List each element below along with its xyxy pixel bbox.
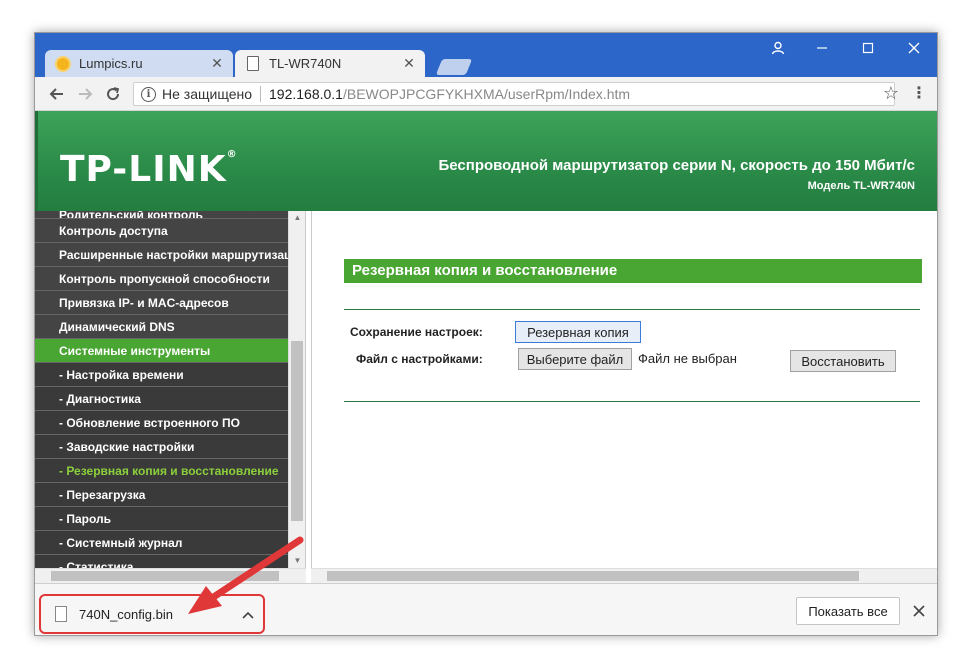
file-icon — [55, 606, 67, 622]
router-header: TP-LINK® Беспроводной маршрутизатор сери… — [35, 111, 937, 211]
forward-icon[interactable] — [73, 82, 97, 106]
section-title: Резервная копия и восстановление — [344, 259, 922, 283]
back-icon[interactable] — [45, 82, 69, 106]
url-field[interactable]: i Не защищено 192.168.0.1/BEWOPJPCGFYKHX… — [133, 82, 895, 106]
download-file-name: 740N_config.bin — [79, 606, 173, 622]
show-all-button[interactable]: Показать все — [796, 597, 900, 625]
new-tab-button[interactable] — [435, 59, 473, 75]
left-vertical-scrollbar[interactable]: ▲ ▼ — [288, 211, 305, 568]
menu-dots-icon[interactable]: ⋮ — [911, 83, 927, 103]
menu-item-time-settings[interactable]: - Настройка времени — [35, 363, 305, 387]
menu-item-advanced-routing[interactable]: Расширенные настройки маршрутизации — [35, 243, 305, 267]
tab-label: Lumpics.ru — [79, 56, 143, 71]
menu-item-reboot[interactable]: - Перезагрузка — [35, 483, 305, 507]
menu-item-factory-defaults[interactable]: - Заводские настройки — [35, 435, 305, 459]
no-file-text: Файл не выбран — [638, 351, 737, 366]
minimize-icon[interactable] — [799, 33, 845, 63]
scroll-thumb[interactable] — [291, 341, 303, 521]
restore-button[interactable]: Восстановить — [790, 350, 896, 372]
lumpics-favicon-icon — [55, 55, 71, 72]
backup-button[interactable]: Резервная копия — [515, 321, 641, 343]
close-icon[interactable]: ✕ — [399, 55, 419, 72]
menu-item-access-control[interactable]: Контроль доступа — [35, 219, 305, 243]
tab-tl-wr740n[interactable]: TL-WR740N ✕ — [235, 50, 425, 77]
menu-item-password[interactable]: - Пароль — [35, 507, 305, 531]
save-settings-label: Сохранение настроек: — [350, 325, 483, 339]
menu-item-dynamic-dns[interactable]: Динамический DNS — [35, 315, 305, 339]
menu-item-statistics[interactable]: - Статистика — [35, 555, 305, 568]
maximize-icon[interactable] — [845, 33, 891, 63]
main-horizontal-scrollbar[interactable] — [311, 568, 937, 583]
divider — [344, 309, 920, 310]
header-model: Модель TL-WR740N — [807, 180, 915, 192]
divider — [260, 86, 261, 102]
url-path: /BEWOPJPCGFYKHXMA/userRpm/Index.htm — [342, 86, 631, 102]
menu-item-parental-control[interactable]: Родительский контроль — [35, 211, 305, 219]
download-item[interactable]: 740N_config.bin — [39, 594, 265, 634]
main-pane: Резервная копия и восстановление Сохране… — [311, 211, 937, 568]
chevron-up-icon[interactable] — [233, 607, 263, 622]
menu-item-backup-restore[interactable]: - Резервная копия и восстановление — [35, 459, 305, 483]
left-horizontal-scrollbar[interactable] — [35, 568, 306, 583]
page-content: TP-LINK® Беспроводной маршрутизатор сери… — [35, 111, 937, 583]
registered-mark: ® — [226, 149, 238, 160]
config-file-label: Файл с настройками: — [356, 352, 483, 366]
logo-text: TP-LINK — [60, 149, 227, 190]
menu-item-system-log[interactable]: - Системный журнал — [35, 531, 305, 555]
bookmark-star-icon[interactable]: ☆ — [883, 83, 899, 104]
title-bar: Lumpics.ru ✕ TL-WR740N ✕ — [35, 33, 937, 77]
close-icon[interactable] — [891, 33, 937, 63]
menu-item-ip-mac-binding[interactable]: Привязка IP- и MAC-адресов — [35, 291, 305, 315]
security-status: Не защищено — [162, 86, 252, 102]
header-title: Беспроводной маршрутизатор серии N, скор… — [438, 157, 915, 174]
download-shelf: 740N_config.bin Показать все — [35, 583, 937, 635]
scroll-thumb[interactable] — [51, 571, 279, 581]
browser-window: Lumpics.ru ✕ TL-WR740N ✕ i Не защищено 1… — [34, 32, 938, 636]
tp-link-logo: TP-LINK® — [60, 149, 238, 190]
tab-lumpics[interactable]: Lumpics.ru ✕ — [45, 50, 233, 77]
scroll-up-icon[interactable]: ▲ — [289, 211, 306, 225]
info-icon[interactable]: i — [141, 86, 156, 102]
menu-item-firmware-upgrade[interactable]: - Обновление встроенного ПО — [35, 411, 305, 435]
address-bar: i Не защищено 192.168.0.1/BEWOPJPCGFYKHX… — [35, 77, 937, 111]
user-icon[interactable] — [755, 33, 801, 63]
url-host: 192.168.0.1 — [269, 86, 343, 102]
scroll-thumb[interactable] — [327, 571, 859, 581]
scroll-down-icon[interactable]: ▼ — [289, 554, 306, 568]
close-icon[interactable]: ✕ — [207, 55, 227, 72]
screenshot: Lumpics.ru ✕ TL-WR740N ✕ i Не защищено 1… — [0, 0, 969, 667]
menu-item-bandwidth-control[interactable]: Контроль пропускной способности — [35, 267, 305, 291]
divider — [344, 401, 920, 402]
menu-item-system-tools[interactable]: Системные инструменты — [35, 339, 305, 363]
menu-item-diagnostics[interactable]: - Диагностика — [35, 387, 305, 411]
choose-file-button[interactable]: Выберите файл — [518, 348, 632, 370]
close-icon[interactable] — [909, 599, 929, 623]
left-menu: Родительский контроль Контроль доступа Р… — [35, 211, 306, 568]
page-icon — [247, 56, 259, 71]
tab-label: TL-WR740N — [269, 56, 342, 71]
reload-icon[interactable] — [101, 82, 125, 106]
